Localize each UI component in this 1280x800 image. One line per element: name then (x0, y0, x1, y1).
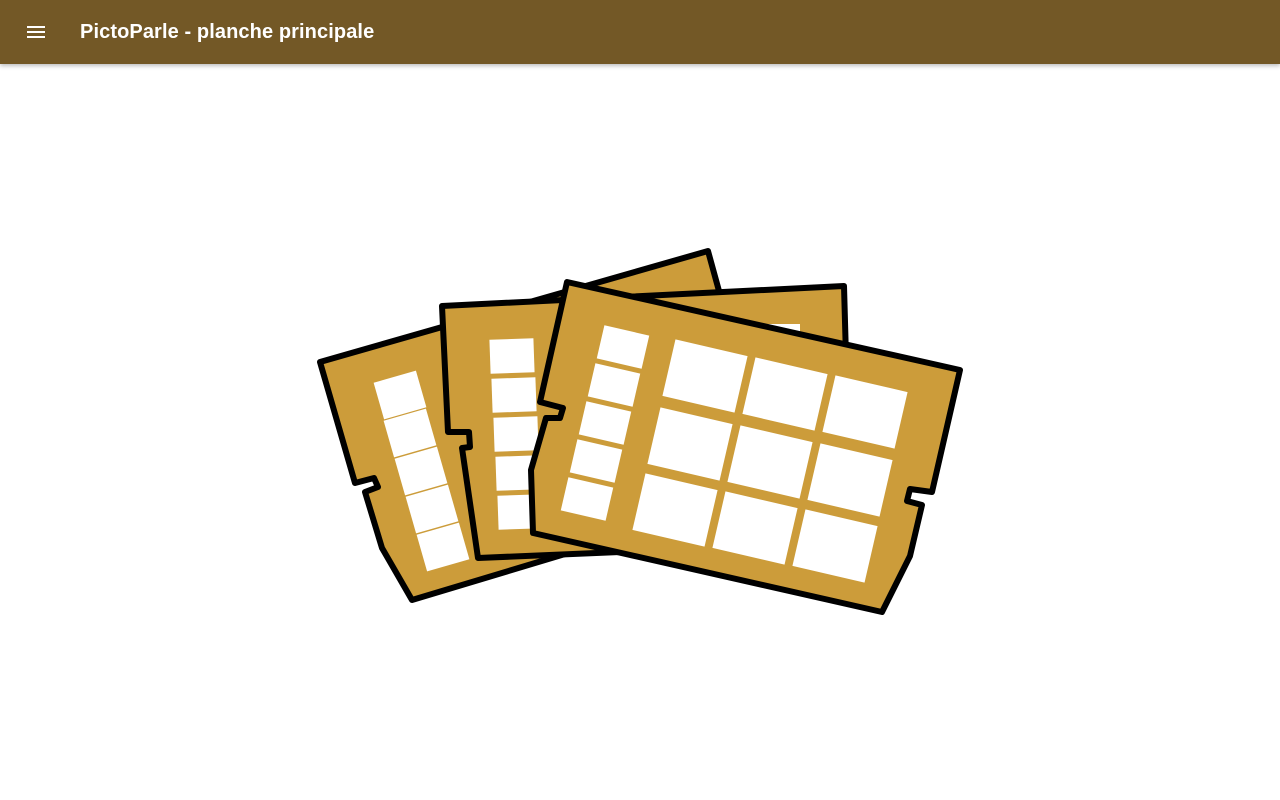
board-front (528, 279, 963, 615)
menu-button[interactable] (0, 0, 72, 64)
communication-boards-icon[interactable] (0, 64, 1280, 800)
page-title: PictoParle - planche principale (80, 20, 375, 43)
menu-icon (24, 20, 48, 44)
app-bar: PictoParle - planche principale (0, 0, 1280, 64)
main-content (0, 64, 1280, 800)
